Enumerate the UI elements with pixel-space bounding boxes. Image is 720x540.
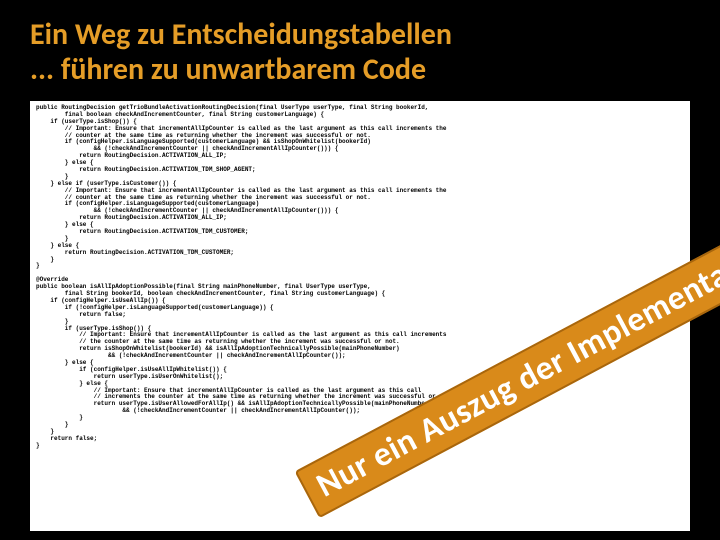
title-line-2: ... führen zu unwartbarem Code bbox=[30, 53, 690, 88]
title-line-1: Ein Weg zu Entscheidungstabellen bbox=[30, 18, 690, 53]
slide-title: Ein Weg zu Entscheidungstabellen ... füh… bbox=[0, 0, 720, 97]
